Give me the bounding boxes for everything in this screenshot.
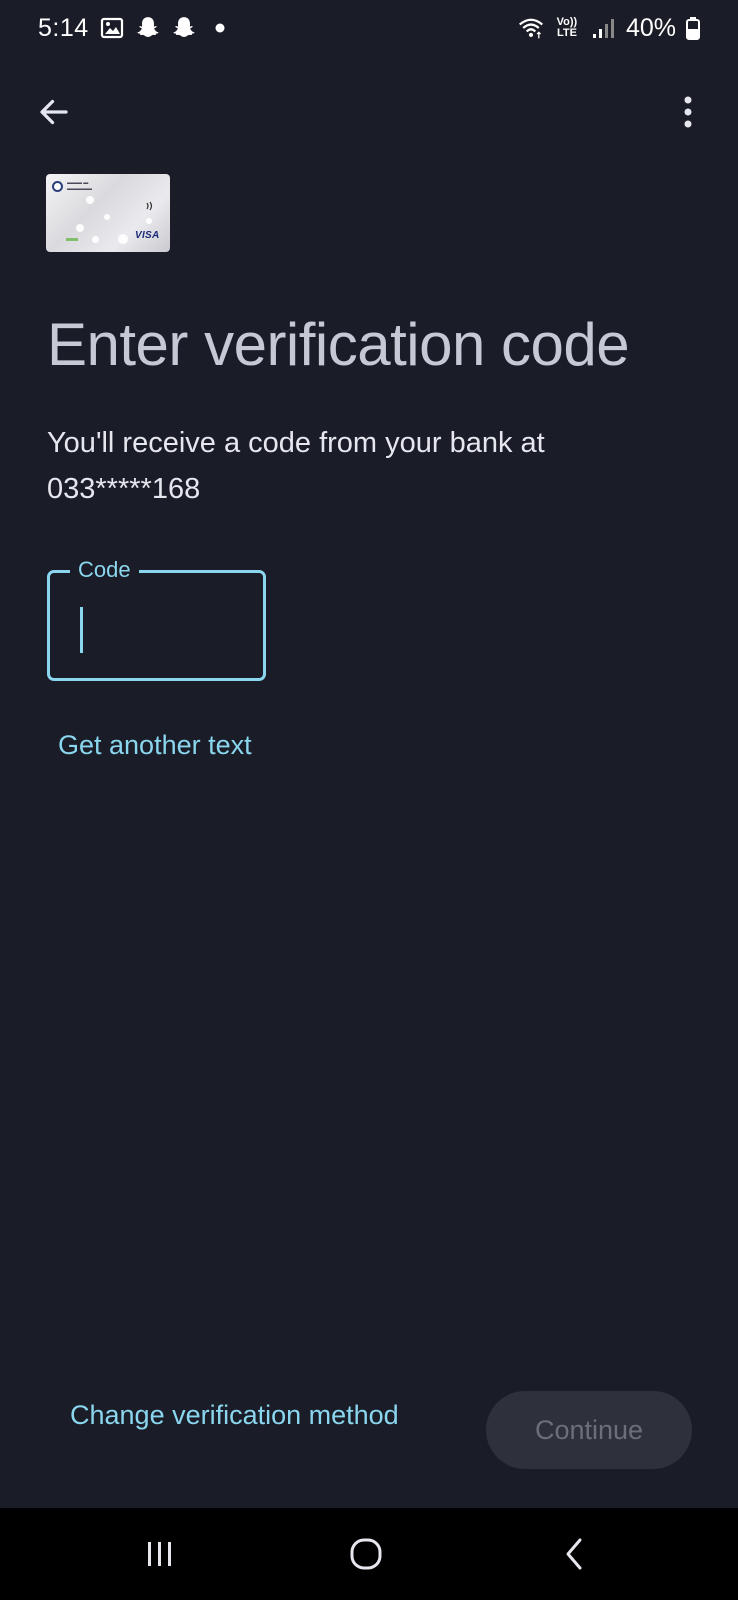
contactless-icon (146, 201, 153, 211)
recents-button[interactable] (130, 1528, 190, 1580)
code-field-label: Code (70, 553, 139, 587)
card-pattern (92, 236, 99, 243)
card-stripe (66, 238, 78, 241)
text-cursor (80, 607, 83, 653)
notification-dot-icon (207, 15, 233, 41)
snapchat-icon (135, 15, 161, 41)
code-input[interactable] (74, 599, 244, 651)
status-bar: 5:14 Vo)) LTE 40% (0, 0, 738, 56)
volte-icon: Vo)) LTE (556, 16, 578, 39)
card-image: ▬▬▬ ▬ ▬▬▬▬▬ VISA (46, 174, 170, 252)
battery-icon (686, 15, 700, 41)
bank-name-graphic: ▬▬▬ ▬ ▬▬▬▬▬ (67, 181, 92, 192)
page-subtitle: You'll receive a code from your bank at … (47, 427, 545, 505)
snapchat-icon (171, 15, 197, 41)
card-pattern (146, 218, 152, 224)
more-options-button[interactable] (664, 88, 712, 136)
status-left: 5:14 (38, 14, 233, 43)
card-pattern (118, 234, 128, 244)
navigation-bar (0, 1508, 738, 1600)
page-title: Enter verification code (47, 311, 630, 378)
signal-icon (590, 15, 616, 41)
continue-button[interactable]: Continue (486, 1391, 692, 1469)
home-icon (350, 1538, 382, 1570)
card-pattern (104, 214, 110, 220)
card-network-label: VISA (135, 230, 160, 241)
back-icon (566, 1538, 582, 1570)
arrow-back-icon (40, 99, 68, 125)
wifi-icon (518, 15, 544, 41)
status-right: Vo)) LTE 40% (518, 14, 700, 43)
image-icon (99, 15, 125, 41)
more-vert-icon (684, 96, 692, 128)
status-time: 5:14 (38, 13, 89, 42)
card-pattern (86, 196, 94, 204)
battery-percent: 40% (625, 13, 676, 42)
recents-icon (148, 1542, 171, 1566)
bank-logo-icon (52, 181, 63, 192)
code-field[interactable]: Code (47, 553, 266, 681)
change-verification-method-link[interactable]: Change verification method (70, 1400, 399, 1431)
home-button[interactable] (336, 1528, 396, 1580)
back-button[interactable] (30, 88, 78, 136)
nav-back-button[interactable] (544, 1528, 604, 1580)
card-pattern (76, 224, 84, 232)
get-another-text-link[interactable]: Get another text (58, 730, 252, 761)
